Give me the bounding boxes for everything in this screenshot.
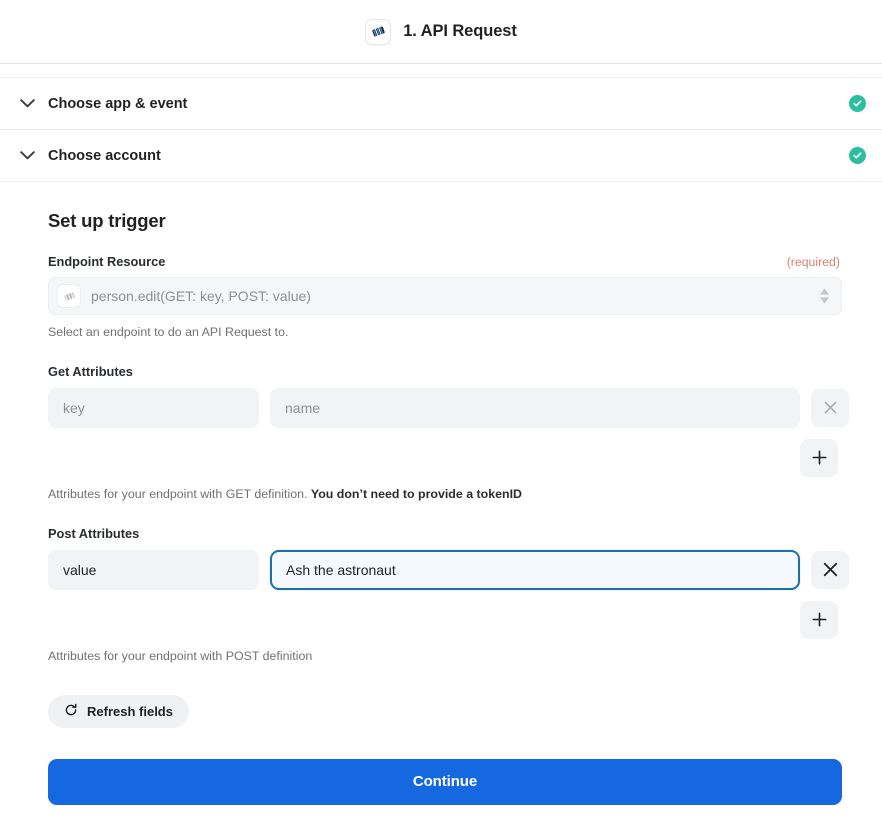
- required-badge: (required): [786, 255, 840, 269]
- step-header: 1. API Request: [0, 0, 882, 63]
- get-attributes-help-plain: Attributes for your endpoint with GET de…: [48, 486, 311, 501]
- setup-trigger-form: Set up trigger Endpoint Resource (requir…: [0, 182, 882, 805]
- api-request-app-icon: [57, 284, 81, 308]
- post-attribute-value-input[interactable]: Ash the astronaut: [270, 549, 800, 590]
- endpoint-resource-label-row: Endpoint Resource (required): [48, 254, 840, 269]
- post-attribute-value-text: Ash the astronaut: [286, 561, 396, 578]
- add-get-attribute-row: [48, 438, 838, 477]
- post-attributes-label: Post Attributes: [48, 525, 140, 541]
- get-attributes-row: key name: [48, 387, 849, 428]
- remove-get-attribute-button[interactable]: [811, 388, 849, 427]
- sidebar-item-choose-app-event[interactable]: Choose app & event: [0, 78, 882, 129]
- endpoint-resource-help: Select an endpoint to do an API Request …: [48, 325, 289, 339]
- chevron-down-icon[interactable]: [14, 143, 40, 169]
- chevron-up-down-icon[interactable]: [820, 288, 829, 304]
- get-attribute-value-input[interactable]: name: [270, 387, 800, 428]
- sidebar-item-choose-account[interactable]: Choose account: [0, 130, 882, 181]
- refresh-icon: [64, 703, 78, 720]
- add-post-attribute-button[interactable]: [800, 600, 838, 639]
- post-attributes-block: Post Attributes value Ash the astronaut: [48, 525, 849, 666]
- api-request-step-panel: 1. API Request Choose app & event Choose…: [0, 0, 882, 815]
- post-attribute-key-input[interactable]: value: [48, 549, 259, 590]
- section-label-choose-account: Choose account: [48, 147, 161, 164]
- page-title: 1. API Request: [403, 22, 517, 40]
- refresh-fields-button[interactable]: Refresh fields: [48, 694, 189, 728]
- post-attributes-help: Attributes for your endpoint with POST d…: [48, 648, 313, 663]
- post-attribute-key-value: value: [63, 561, 97, 578]
- get-attributes-help-bold: You don’t need to provide a tokenID: [310, 486, 522, 501]
- check-circle-icon: [849, 95, 866, 112]
- section-label-choose-app-event: Choose app & event: [48, 95, 188, 112]
- endpoint-resource-select[interactable]: person.edit(GET: key, POST: value): [48, 277, 842, 315]
- add-get-attribute-button[interactable]: [800, 438, 838, 477]
- get-attribute-value-placeholder: name: [285, 399, 321, 416]
- endpoint-resource-label: Endpoint Resource: [48, 254, 166, 269]
- post-attributes-row: value Ash the astronaut: [48, 549, 849, 590]
- setup-trigger-heading: Set up trigger: [48, 210, 166, 231]
- get-attributes-help: Attributes for your endpoint with GET de…: [48, 486, 840, 504]
- add-post-attribute-row: [48, 600, 838, 639]
- endpoint-resource-value: person.edit(GET: key, POST: value): [91, 288, 311, 304]
- check-circle-icon: [849, 147, 866, 164]
- get-attributes-block: Get Attributes key name Attributes for y…: [48, 363, 849, 504]
- continue-button[interactable]: Continue: [48, 758, 842, 805]
- chevron-down-icon[interactable]: [14, 91, 40, 117]
- api-request-app-icon: [365, 18, 392, 45]
- continue-button-label: Continue: [412, 773, 478, 791]
- get-attributes-label: Get Attributes: [48, 363, 133, 379]
- get-attribute-key-placeholder: key: [63, 399, 85, 416]
- refresh-fields-label: Refresh fields: [87, 703, 173, 719]
- get-attribute-key-input[interactable]: key: [48, 387, 259, 428]
- remove-post-attribute-button[interactable]: [811, 550, 849, 589]
